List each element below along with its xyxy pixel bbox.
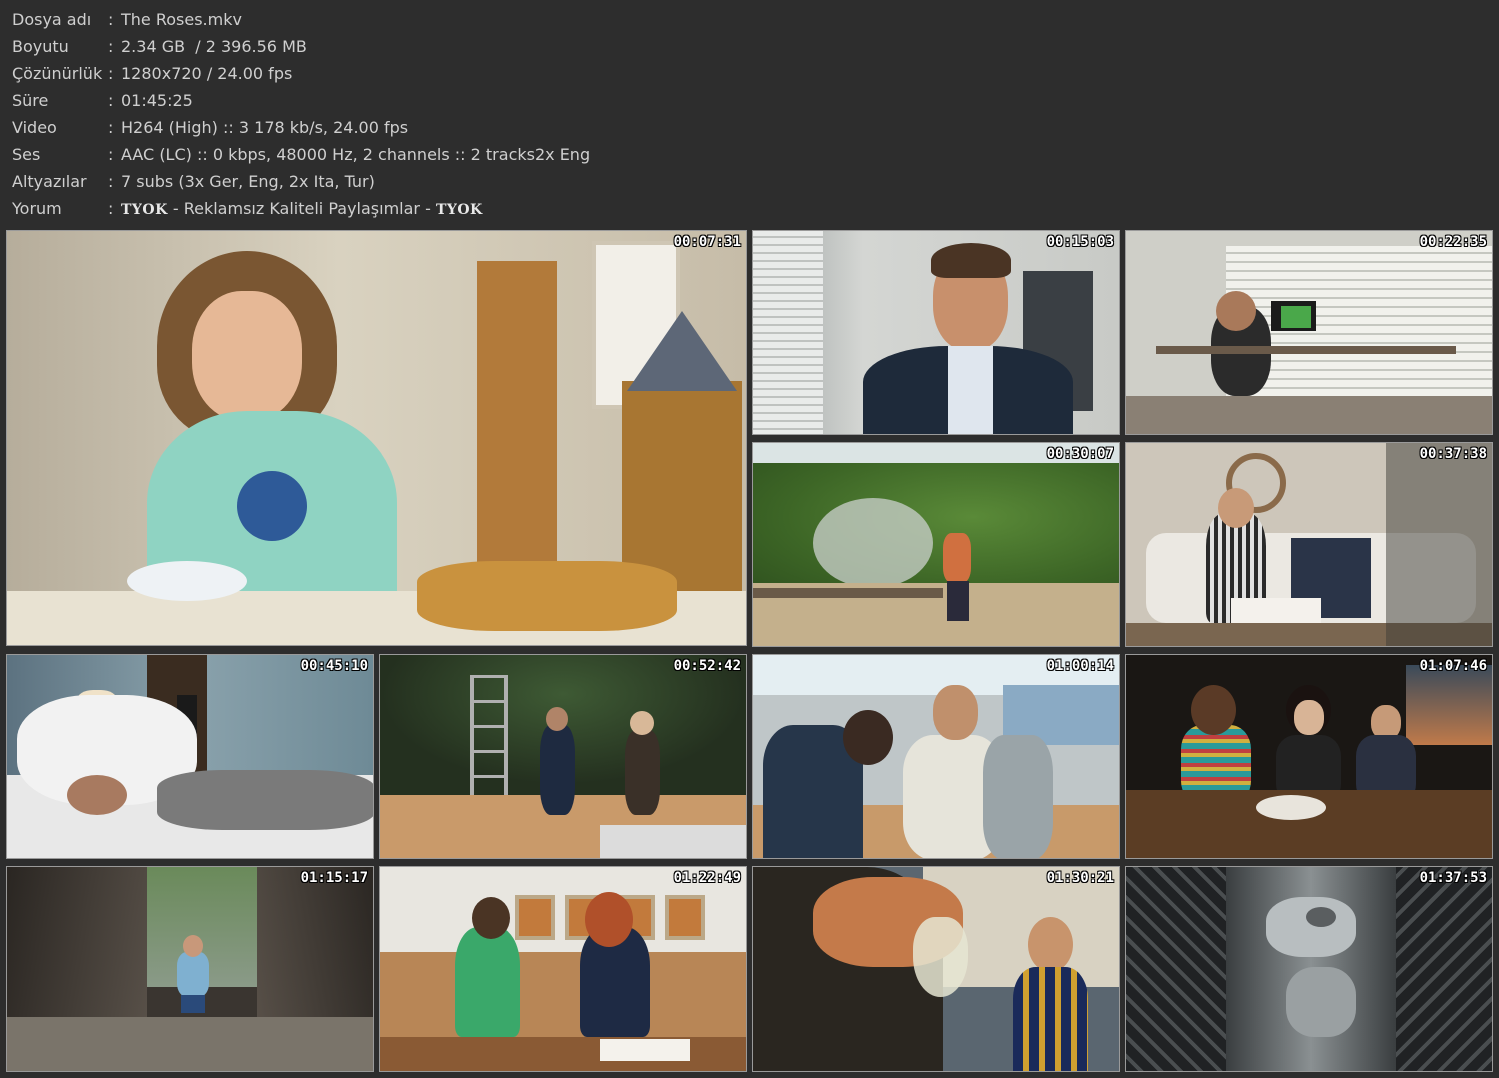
thumbnail-3[interactable]: 00:22:35 <box>1125 230 1493 435</box>
info-separator: : <box>108 172 114 191</box>
info-row-size: Boyutu : 2.34 GB / 2 396.56 MB <box>12 34 912 61</box>
info-value: TYOK - Reklamsız Kaliteli Paylaşımlar - … <box>121 196 483 223</box>
thumbnail-timestamp: 00:37:38 <box>1419 446 1487 462</box>
thumbnail-8[interactable]: 01:00:14 <box>752 654 1120 859</box>
thumbnail-12[interactable]: 01:30:21 <box>752 866 1120 1072</box>
scene-office-computer <box>1126 231 1492 434</box>
info-row-audio: Ses : AAC (LC) :: 0 kbps, 48000 Hz, 2 ch… <box>12 142 912 169</box>
scene-bedroom-pillow <box>7 655 373 858</box>
info-row-resolution: Çözünürlük : 1280x720 / 24.00 fps <box>12 61 912 88</box>
info-label: Yorum <box>12 199 62 218</box>
thumbnail-timestamp: 00:07:31 <box>673 234 741 250</box>
thumbnail-timestamp: 00:45:10 <box>300 658 368 674</box>
scene-broken-stove <box>1126 867 1492 1071</box>
scene-living-room-woman <box>1126 443 1492 646</box>
scene-construction-forest <box>380 655 746 858</box>
info-label: Süre <box>12 91 49 110</box>
info-separator: : <box>108 37 114 56</box>
info-value: 1280x720 / 24.00 fps <box>121 64 293 83</box>
thumbnail-timestamp: 00:52:42 <box>673 658 741 674</box>
comment-text: - Reklamsız Kaliteli Paylaşımlar - <box>167 199 436 218</box>
info-row-duration: Süre : 01:45:25 <box>12 88 912 115</box>
thumbnail-timestamp: 01:37:53 <box>1419 870 1487 886</box>
thumbnail-7[interactable]: 00:52:42 <box>379 654 747 859</box>
scene-beach-cave <box>7 867 373 1071</box>
scene-man-smiling <box>753 231 1119 434</box>
thumbnail-10[interactable]: 01:15:17 <box>6 866 374 1072</box>
info-separator: : <box>108 145 114 164</box>
info-row-subtitles: Altyazılar : 7 subs (3x Ger, Eng, 2x Ita… <box>12 169 912 196</box>
info-separator: : <box>108 118 114 137</box>
thumbnail-timestamp: 00:22:35 <box>1419 234 1487 250</box>
info-value: The Roses.mkv <box>121 10 242 29</box>
thumbnail-2[interactable]: 00:15:03 <box>752 230 1120 435</box>
thumbnail-timestamp: 01:22:49 <box>673 870 741 886</box>
info-separator: : <box>108 91 114 110</box>
info-value: 7 subs (3x Ger, Eng, 2x Ita, Tur) <box>121 172 375 191</box>
scene-group-hug <box>753 655 1119 858</box>
info-row-filename: Dosya adı : The Roses.mkv <box>12 7 912 34</box>
scene-wine-glass <box>753 867 1119 1071</box>
scene-running-path <box>753 443 1119 646</box>
info-label: Altyazılar <box>12 172 87 191</box>
thumbnail-timestamp: 00:15:03 <box>1046 234 1114 250</box>
thumbnail-timestamp: 00:30:07 <box>1046 446 1114 462</box>
info-value: AAC (LC) :: 0 kbps, 48000 Hz, 2 channels… <box>121 145 591 164</box>
info-separator: : <box>108 64 114 83</box>
thumbnail-timestamp: 01:07:46 <box>1419 658 1487 674</box>
info-label: Dosya adı <box>12 10 92 29</box>
scene-kitchen-boy <box>7 231 746 645</box>
info-separator: : <box>108 199 114 218</box>
info-label: Ses <box>12 145 41 164</box>
info-row-video: Video : H264 (High) :: 3 178 kb/s, 24.00… <box>12 115 912 142</box>
info-separator: : <box>108 10 114 29</box>
contact-sheet: Dosya adı : The Roses.mkv Boyutu : 2.34 … <box>0 0 1499 1078</box>
brand-logo-left: TYOK <box>121 202 168 218</box>
thumbnail-11[interactable]: 01:22:49 <box>379 866 747 1072</box>
thumbnail-9[interactable]: 01:07:46 <box>1125 654 1493 859</box>
thumbnail-4[interactable]: 00:30:07 <box>752 442 1120 647</box>
thumbnail-timestamp: 01:30:21 <box>1046 870 1114 886</box>
info-row-comment: Yorum : TYOK - Reklamsız Kaliteli Paylaş… <box>12 196 912 223</box>
info-value: H264 (High) :: 3 178 kb/s, 24.00 fps <box>121 118 409 137</box>
thumbnail-timestamp: 01:15:17 <box>300 870 368 886</box>
info-label: Çözünürlük <box>12 64 103 83</box>
info-value: 2.34 GB / 2 396.56 MB <box>121 37 307 56</box>
thumbnail-1[interactable]: 00:07:31 <box>6 230 747 646</box>
scene-office-meeting <box>380 867 746 1071</box>
thumbnail-6[interactable]: 00:45:10 <box>6 654 374 859</box>
thumbnail-13[interactable]: 01:37:53 <box>1125 866 1493 1072</box>
thumbnail-5[interactable]: 00:37:38 <box>1125 442 1493 647</box>
media-info-panel: Dosya adı : The Roses.mkv Boyutu : 2.34 … <box>12 7 912 223</box>
info-value: 01:45:25 <box>121 91 193 110</box>
info-label: Video <box>12 118 57 137</box>
brand-logo-right: TYOK <box>435 202 483 218</box>
thumbnail-timestamp: 01:00:14 <box>1046 658 1114 674</box>
info-label: Boyutu <box>12 37 69 56</box>
scene-dinner-table <box>1126 655 1492 858</box>
